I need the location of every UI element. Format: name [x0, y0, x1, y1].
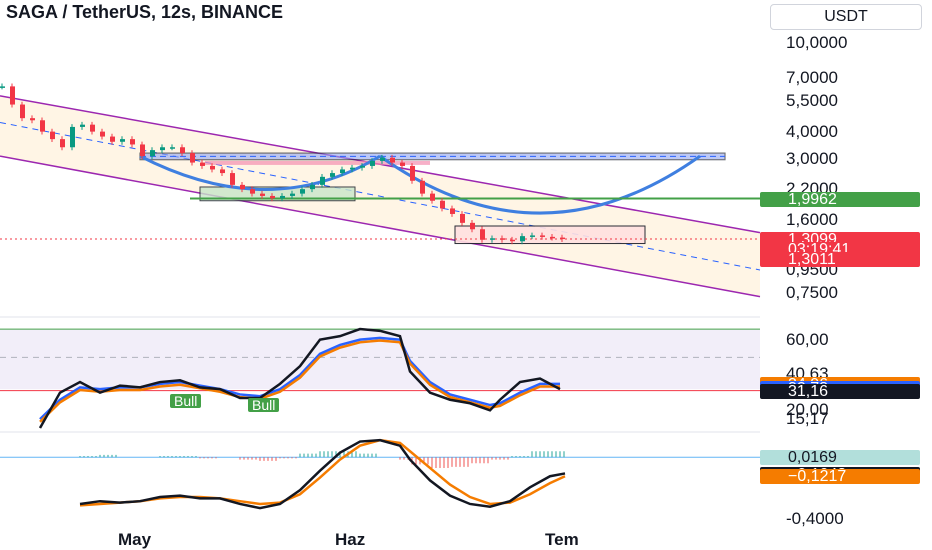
- candle-body: [110, 136, 115, 142]
- price-axis-tick: 0,7500: [786, 282, 838, 302]
- rsi-value-tag: 31,16: [760, 383, 920, 399]
- candle-body: [560, 237, 565, 240]
- candle-body: [250, 189, 255, 194]
- supply-strip: [205, 160, 430, 165]
- candle-body: [90, 124, 95, 132]
- price-level-tag: 1,9962: [760, 191, 920, 207]
- currency-unit-button[interactable]: USDT: [770, 4, 922, 30]
- candle-body: [430, 193, 435, 201]
- macd-signal-line: [79, 438, 566, 507]
- candle-body: [550, 236, 555, 239]
- candle-body: [130, 139, 135, 145]
- candle-body: [270, 195, 275, 199]
- price-axis-tick: 7,0000: [786, 67, 838, 87]
- candle-body: [220, 169, 225, 174]
- price-level-tag: 1,3011: [760, 252, 920, 268]
- macd-value-tag: −0,1217: [760, 469, 920, 485]
- candle-body: [20, 104, 25, 119]
- candle-body: [380, 157, 385, 161]
- candle-body: [310, 184, 315, 190]
- time-axis-tick: May: [118, 530, 152, 549]
- macd-value-tag: 0,0169: [760, 450, 920, 466]
- candle-body: [50, 131, 55, 140]
- rsi-axis-tick: 60,00: [786, 329, 829, 349]
- chart-title: SAGA / TetherUS, 12s, BINANCE: [6, 2, 284, 22]
- candle-body: [230, 173, 235, 185]
- candle-body: [520, 236, 525, 242]
- candle-body: [440, 200, 445, 209]
- candle-body: [120, 139, 125, 142]
- candle-body: [410, 165, 415, 181]
- candle-body: [400, 162, 405, 166]
- candle-body: [190, 153, 195, 163]
- candle-body: [340, 169, 345, 174]
- candle-body: [500, 238, 505, 240]
- candle-body: [30, 118, 35, 121]
- candle-body: [290, 193, 295, 196]
- price-axis-tick: 3,0000: [786, 149, 838, 169]
- candle-body: [10, 86, 15, 105]
- candle-body: [260, 193, 265, 196]
- candle-body: [170, 147, 175, 149]
- candle-body: [480, 229, 485, 240]
- candle-body: [330, 173, 335, 177]
- price-axis-tick: 10,0000: [786, 33, 848, 53]
- candle-body: [80, 124, 85, 127]
- candle-body: [200, 162, 205, 166]
- candle-body: [180, 147, 185, 154]
- candle-body: [420, 180, 425, 194]
- candle-body: [510, 239, 515, 242]
- bull-divergence-tag: Bull: [248, 398, 280, 412]
- macd-axis-tick: -0,4000: [786, 509, 844, 528]
- candle-body: [160, 147, 165, 151]
- candle-body: [240, 184, 245, 190]
- candle-body: [360, 165, 365, 168]
- candle-body: [390, 157, 395, 163]
- candle-body: [320, 176, 325, 185]
- candle-body: [470, 222, 475, 230]
- candle-body: [460, 213, 465, 223]
- candle-body: [450, 208, 455, 214]
- candle-body: [70, 126, 75, 148]
- candle-body: [530, 235, 535, 237]
- candle-body: [150, 150, 155, 157]
- candle-body: [490, 238, 495, 240]
- candle-body: [100, 131, 105, 137]
- candle-body: [280, 195, 285, 199]
- price-axis-tick: 5,5000: [786, 90, 838, 110]
- candle-body: [40, 120, 45, 132]
- rsi-axis-tick: 15,17: [786, 408, 829, 428]
- candle-body: [370, 160, 375, 166]
- candle-body: [0, 86, 5, 88]
- bull-divergence-tag: Bull: [170, 394, 202, 408]
- time-axis-tick: Tem: [545, 530, 579, 549]
- price-axis-tick: 1,6000: [786, 209, 838, 229]
- candle-body: [140, 144, 145, 157]
- time-axis-tick: Haz: [335, 530, 366, 549]
- candle-body: [60, 139, 65, 148]
- candle-body: [210, 165, 215, 170]
- candle-body: [350, 167, 355, 170]
- price-axis-tick: 4,0000: [786, 121, 838, 141]
- candle-body: [300, 189, 305, 194]
- candle-body: [540, 235, 545, 237]
